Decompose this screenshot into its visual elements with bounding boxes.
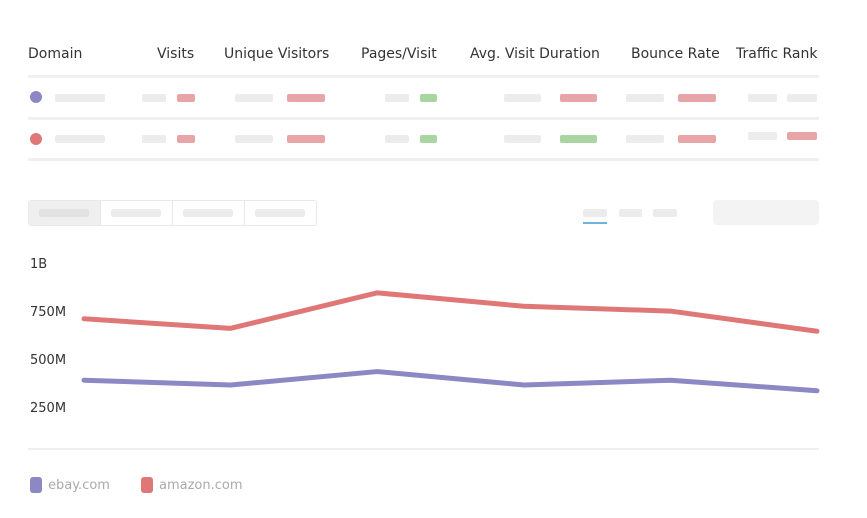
header-visits[interactable]: Visits [157, 46, 194, 62]
legend-label: amazon.com [159, 477, 243, 493]
divider [28, 158, 819, 161]
legend-item-amazon[interactable]: amazon.com [141, 477, 243, 493]
legend-swatch [141, 477, 153, 493]
tab-4[interactable] [245, 201, 316, 225]
domain-color-dot [30, 133, 42, 145]
active-tab-indicator [583, 222, 607, 224]
x-axis-line [28, 448, 819, 450]
header-bounce-rate[interactable]: Bounce Rate [631, 46, 720, 62]
y-tick-label: 1B [30, 257, 48, 272]
y-tick-label: 500M [30, 353, 67, 368]
tab-1[interactable] [29, 201, 101, 225]
header-domain[interactable]: Domain [28, 46, 82, 62]
y-tick-label: 250M [30, 401, 67, 416]
tab-3[interactable] [173, 201, 245, 225]
divider [28, 117, 819, 120]
header-avg-visit-duration[interactable]: Avg. Visit Duration [470, 46, 600, 62]
metric-tab[interactable] [619, 209, 642, 217]
metric-tab-active[interactable] [583, 209, 607, 217]
series-line-ebay [81, 369, 820, 394]
legend-label: ebay.com [48, 477, 110, 493]
dropdown-placeholder[interactable] [713, 200, 819, 225]
header-pages-visit[interactable]: Pages/Visit [361, 46, 437, 62]
y-tick-label: 750M [30, 305, 67, 320]
series-line-amazon [81, 290, 820, 334]
legend-item-ebay[interactable]: ebay.com [30, 477, 110, 493]
legend-swatch [30, 477, 42, 493]
header-traffic-rank[interactable]: Traffic Rank [736, 46, 818, 62]
domain-color-dot [30, 91, 42, 103]
tab-2[interactable] [101, 201, 173, 225]
period-tabs [28, 200, 317, 226]
metric-tab[interactable] [653, 209, 677, 217]
header-unique-visitors[interactable]: Unique Visitors [224, 46, 329, 62]
divider [28, 75, 819, 78]
